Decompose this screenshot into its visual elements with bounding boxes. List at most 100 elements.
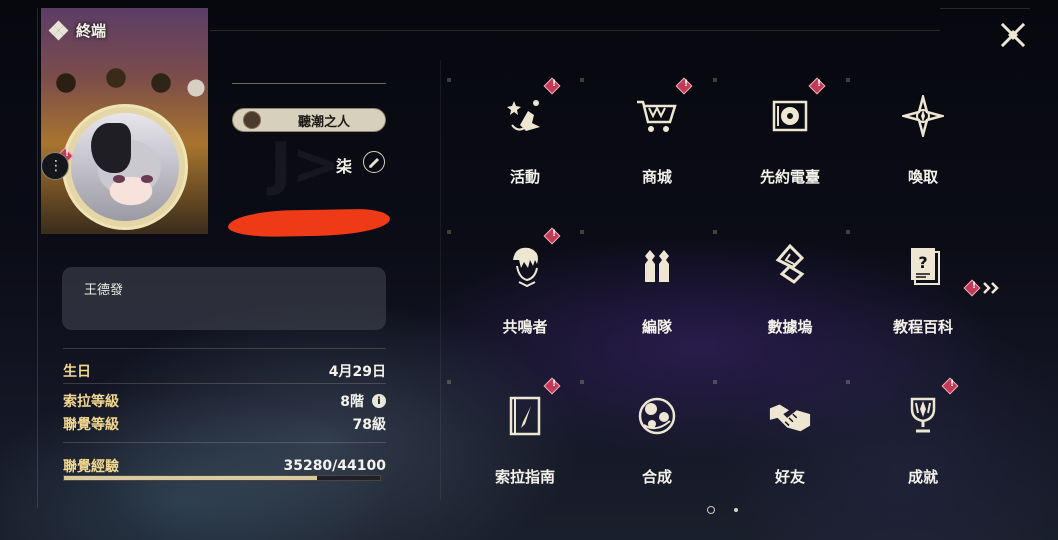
- team-icon: [635, 244, 679, 288]
- frame-line-top: [210, 30, 940, 31]
- grid-marker: [447, 230, 451, 234]
- menu-item-label: 先約電臺: [759, 168, 820, 186]
- shop-cart-icon: [635, 94, 679, 138]
- union-xp-fill: [64, 476, 317, 480]
- menu-item-label: 教程百科: [892, 318, 953, 336]
- title-badge-label: 聽潮之人: [297, 114, 350, 130]
- avatar[interactable]: [62, 104, 188, 230]
- menu-item[interactable]: 好友: [735, 372, 845, 492]
- menu-item-label: 喚取: [907, 168, 938, 186]
- info-icon[interactable]: i: [372, 394, 386, 408]
- guide-book-icon: [503, 394, 547, 438]
- page-title: 終端: [76, 22, 107, 40]
- union-xp-label: 聯覺經驗: [63, 459, 119, 475]
- signature-box[interactable]: 王德發: [62, 267, 386, 330]
- menu-item[interactable]: ? 教程百科: [868, 222, 978, 342]
- radio-icon: [768, 94, 812, 138]
- menu-item-label: 活動: [509, 168, 540, 186]
- menu-item[interactable]: 先約電臺: [735, 72, 845, 192]
- menu-item-label: 數據塢: [767, 318, 813, 336]
- menu-item-label: 商城: [641, 168, 672, 186]
- player-name: 柒: [336, 157, 353, 176]
- sola-level-value: 8階: [340, 394, 364, 410]
- menu-item[interactable]: 商城: [602, 72, 712, 192]
- menu-item[interactable]: 編隊: [602, 222, 712, 342]
- sola-level-label: 索拉等級: [63, 394, 119, 410]
- header: 終端: [48, 20, 107, 41]
- grid-marker: [580, 230, 584, 234]
- grid-marker: [846, 230, 850, 234]
- next-page-alert-icon: [963, 279, 981, 297]
- stats-divider: [63, 383, 386, 384]
- menu-item-label: 共鳴者: [502, 318, 548, 336]
- summon-star-icon: [901, 94, 945, 138]
- grid-marker: [447, 380, 451, 384]
- grid-marker: [846, 380, 850, 384]
- menu-item-label: 合成: [641, 468, 672, 486]
- frame-line-grid: [440, 60, 441, 500]
- birthday-value: 4月29日: [328, 364, 386, 380]
- avatar-portrait: [71, 113, 179, 221]
- frame-line-left: [37, 8, 38, 508]
- birthday-row: 生日 4月29日: [63, 361, 386, 381]
- menu-item[interactable]: 合成: [602, 372, 712, 492]
- alert-icon: [941, 377, 959, 395]
- union-level-row: 聯覺等級 78級: [63, 414, 386, 434]
- signature-text: 王德發: [84, 283, 124, 298]
- union-xp-row: 聯覺經驗 35280/44100: [63, 456, 386, 476]
- menu-item-label: 成就: [907, 468, 938, 486]
- alert-icon: [543, 77, 561, 95]
- stats-divider: [63, 348, 386, 349]
- page-dot-active[interactable]: [707, 506, 715, 514]
- frame-line-top-right: [940, 8, 1030, 9]
- grid-marker: [713, 230, 717, 234]
- decorative-glyph: J>: [270, 130, 341, 198]
- title-badge[interactable]: 聽潮之人: [232, 108, 386, 132]
- pencil-icon: [368, 157, 380, 168]
- alert-icon: [808, 77, 826, 95]
- badge-emblem-icon: [243, 111, 261, 129]
- double-chevron-right-icon: [983, 282, 999, 294]
- menu-item[interactable]: 喚取: [868, 72, 978, 192]
- union-level-value: 78級: [352, 417, 386, 433]
- grid-marker: [713, 78, 717, 82]
- birthday-label: 生日: [63, 364, 91, 380]
- grid-marker: [713, 380, 717, 384]
- stats-divider: [63, 442, 386, 443]
- more-options-button[interactable]: ⋮: [41, 152, 69, 180]
- menu-item[interactable]: 數據塢: [735, 222, 845, 342]
- data-dock-icon: [768, 244, 812, 288]
- menu-item-label: 編隊: [641, 318, 672, 336]
- menu-item[interactable]: 索拉指南: [470, 372, 580, 492]
- menu-item[interactable]: 共鳴者: [470, 222, 580, 342]
- union-xp-bar: [63, 475, 381, 481]
- grid-marker: [580, 380, 584, 384]
- page-dot[interactable]: [734, 508, 738, 512]
- more-dots-icon: ⋮: [49, 158, 63, 174]
- tutorial-icon: ?: [901, 244, 945, 288]
- menu-item[interactable]: 成就: [868, 372, 978, 492]
- terminal-diamond-icon: [48, 20, 69, 40]
- menu-item[interactable]: 活動: [470, 72, 580, 192]
- svg-text:?: ?: [918, 253, 927, 272]
- edit-name-button[interactable]: [363, 151, 385, 173]
- sola-level-value-group: 8階 i: [340, 391, 386, 411]
- friends-icon: [768, 394, 812, 438]
- menu-item-label: 索拉指南: [494, 468, 555, 486]
- grid-marker: [846, 78, 850, 82]
- resonator-icon: [503, 244, 547, 288]
- close-icon: [1000, 22, 1026, 48]
- alert-icon: [543, 227, 561, 245]
- grid-marker: [580, 78, 584, 82]
- sola-level-row: 索拉等級 8階 i: [63, 391, 386, 411]
- union-level-label: 聯覺等級: [63, 417, 119, 433]
- close-button[interactable]: [998, 20, 1028, 50]
- grid-marker: [447, 78, 451, 82]
- trophy-icon: [901, 394, 945, 438]
- alert-icon: [675, 77, 693, 95]
- event-icon: [503, 94, 547, 138]
- union-xp-value: 35280/44100: [283, 458, 386, 474]
- alert-icon: [543, 377, 561, 395]
- next-page-button[interactable]: [963, 279, 1004, 297]
- menu-item-label: 好友: [774, 468, 805, 486]
